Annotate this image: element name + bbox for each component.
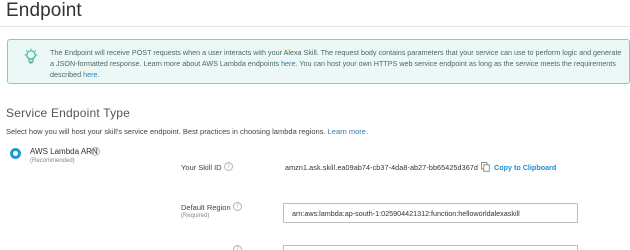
header-divider <box>0 26 630 27</box>
help-icon[interactable]: ? <box>91 147 100 156</box>
lightbulb-icon <box>24 48 38 64</box>
learn-more-link[interactable]: Learn more. <box>328 127 368 136</box>
copy-to-clipboard-button[interactable]: Copy to Clipboard <box>494 163 556 172</box>
skill-id-value: amzn1.ask.skill.ea09ab74-cb37-4da8-ab27-… <box>285 163 479 172</box>
aws-lambda-option-label[interactable]: AWS Lambda ARN <box>30 147 98 156</box>
info-banner-text: The Endpoint will receive POST requests … <box>50 48 622 79</box>
help-icon[interactable]: ? <box>233 202 242 211</box>
recommended-label: (Recommended) <box>30 158 75 164</box>
lambda-endpoints-link[interactable]: here <box>281 59 295 68</box>
section-description: Select how you will host your skill's se… <box>6 127 369 136</box>
copy-icon[interactable] <box>481 162 490 172</box>
default-region-label: Default Region <box>181 203 231 212</box>
help-icon[interactable]: ? <box>233 245 242 250</box>
section-title: Service Endpoint Type <box>6 106 131 120</box>
aws-lambda-radio[interactable] <box>10 148 21 159</box>
default-region-input[interactable] <box>283 203 578 223</box>
https-requirements-link[interactable]: here <box>83 70 97 79</box>
required-label: (Required) <box>181 213 210 219</box>
region-input-partial[interactable] <box>283 245 578 250</box>
info-banner: The Endpoint will receive POST requests … <box>7 39 630 84</box>
page-title: Endpoint <box>6 0 82 21</box>
help-icon[interactable]: ? <box>224 162 233 171</box>
skill-id-label: Your Skill ID <box>181 163 222 172</box>
